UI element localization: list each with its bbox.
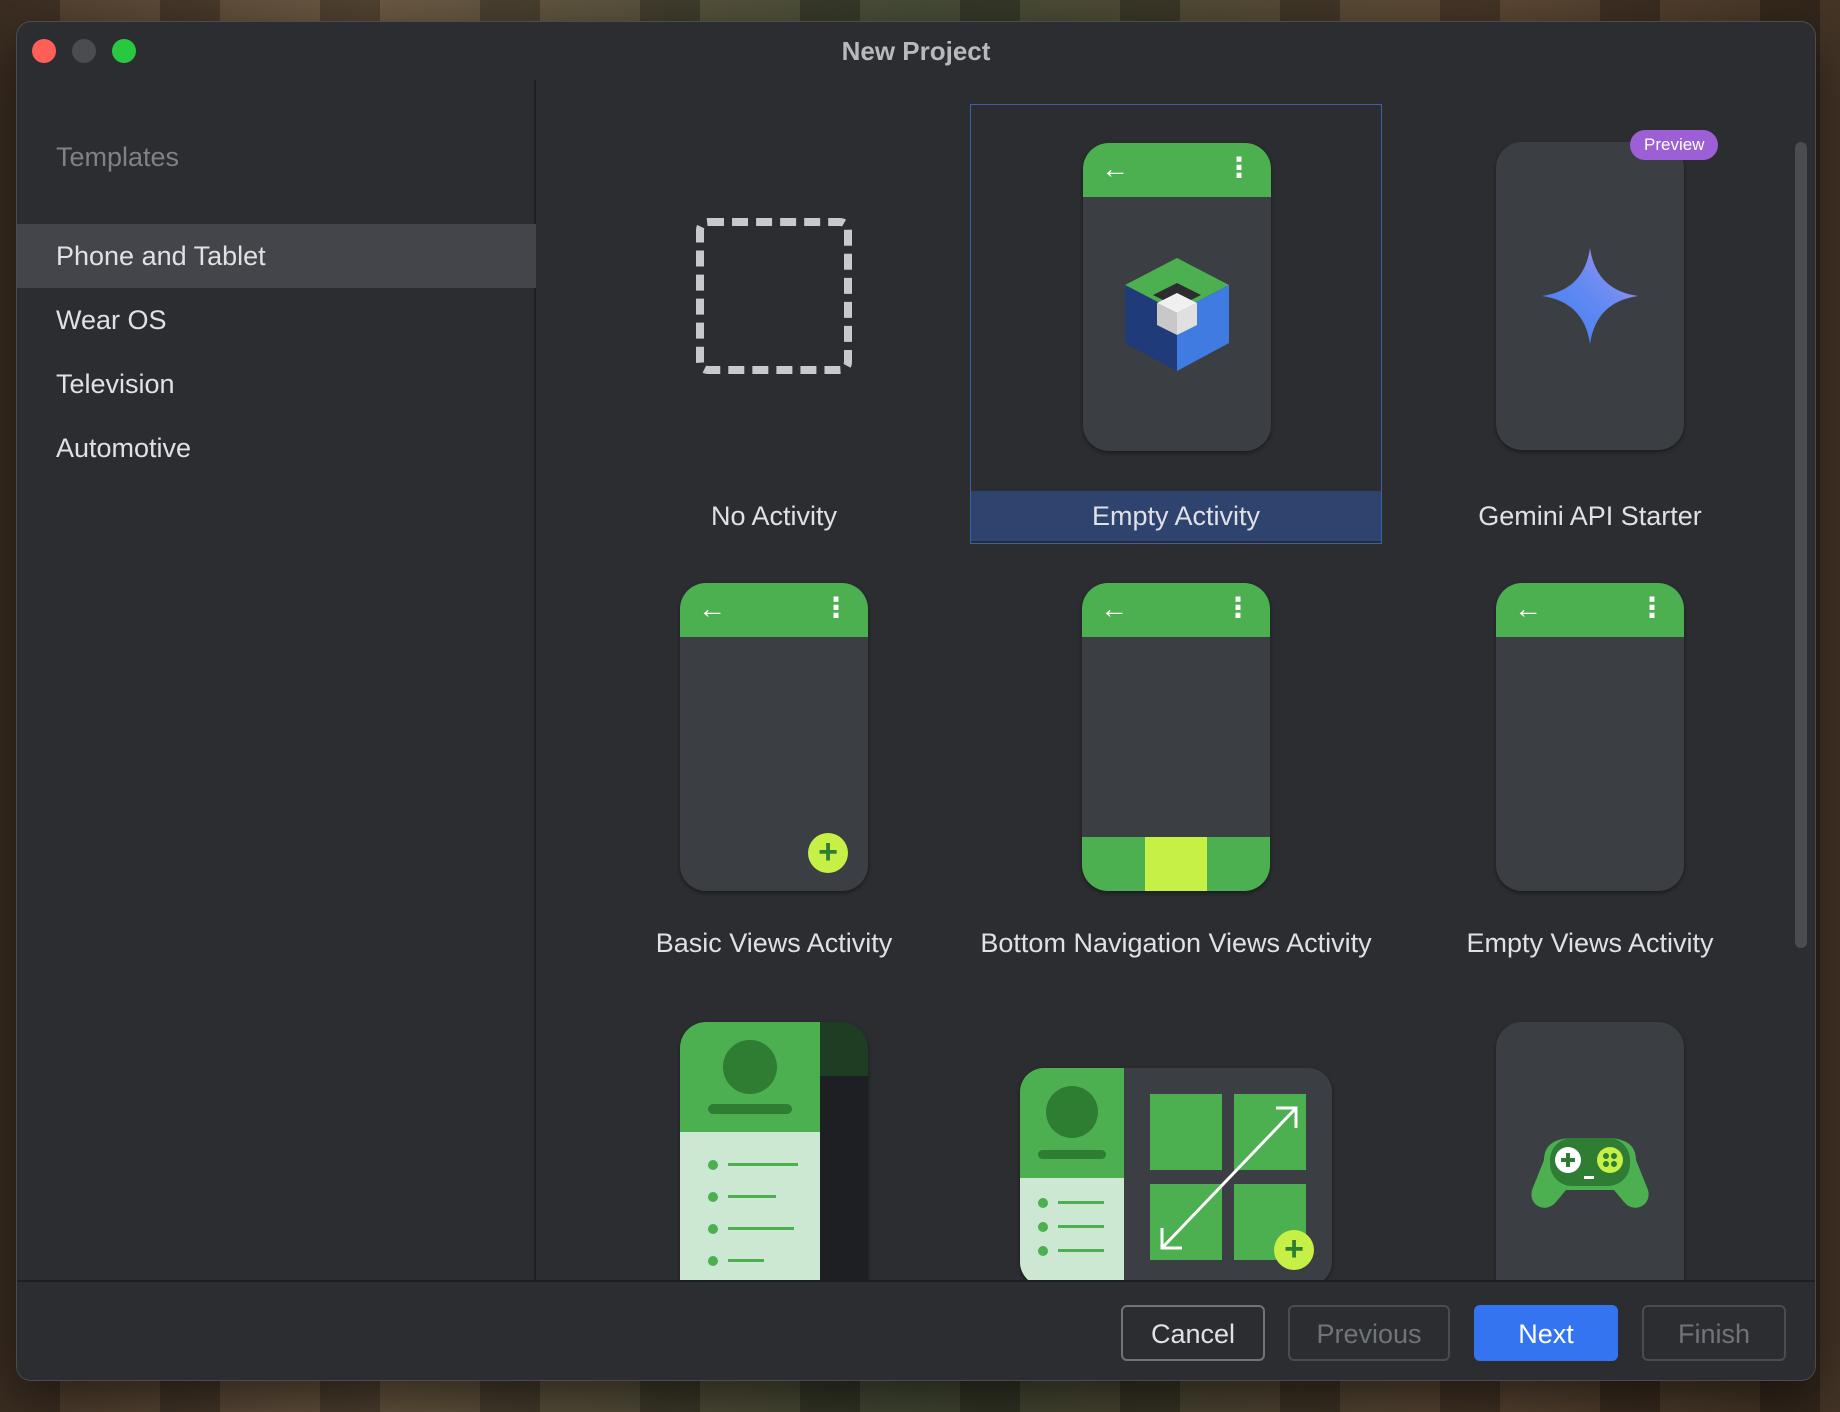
- back-arrow-icon: ←: [1101, 153, 1129, 184]
- overflow-menu-icon: ⋮: [1638, 592, 1666, 623]
- template-game-activity[interactable]: [1384, 1020, 1796, 1280]
- template-navigation-drawer[interactable]: [568, 1020, 980, 1280]
- sidebar-item-television[interactable]: Television: [17, 352, 536, 416]
- back-arrow-icon: ←: [1514, 593, 1542, 624]
- phone-preview: [1496, 142, 1684, 450]
- title-bar: New Project: [17, 22, 1815, 80]
- template-label: Gemini API Starter: [1478, 501, 1702, 531]
- overflow-menu-icon: ⋮: [1224, 592, 1252, 623]
- template-label: Empty Activity: [971, 491, 1381, 541]
- sidebar-item-phone-and-tablet[interactable]: Phone and Tablet: [17, 224, 536, 288]
- template-no-activity[interactable]: No Activity: [568, 104, 980, 544]
- previous-button[interactable]: Previous: [1288, 1305, 1450, 1361]
- preview-badge: Preview: [1630, 130, 1719, 160]
- template-label: No Activity: [710, 501, 838, 531]
- bottom-navigation-bar: [1082, 837, 1270, 891]
- gemini-sparkle-icon: [1542, 248, 1638, 344]
- dialog-footer: Cancel Previous Next Finish: [17, 1280, 1815, 1380]
- templates-sidebar: Templates Phone and Tablet Wear OS Telev…: [17, 80, 536, 1280]
- next-button[interactable]: Next: [1474, 1305, 1618, 1361]
- template-responsive-views-activity[interactable]: +: [970, 1020, 1382, 1280]
- template-gallery: No Activity ← ⋮ Empty Activity Preview G…: [538, 80, 1815, 1280]
- phone-preview: ← ⋮: [1496, 583, 1684, 891]
- phone-preview: ← ⋮: [1083, 143, 1271, 451]
- fab-add-icon: +: [808, 833, 848, 873]
- template-bottom-navigation-views-activity[interactable]: ← ⋮ Bottom Navigation Views Activity: [970, 578, 1382, 998]
- new-project-dialog: New Project Templates Phone and Tablet W…: [17, 22, 1815, 1380]
- dashed-square-icon: [696, 218, 852, 374]
- finish-button[interactable]: Finish: [1642, 1305, 1786, 1361]
- template-empty-activity[interactable]: ← ⋮ Empty Activity: [970, 104, 1382, 544]
- overflow-menu-icon: ⋮: [1225, 152, 1253, 183]
- template-gemini-api-starter[interactable]: Preview Gemini API Starter: [1384, 104, 1796, 544]
- phone-preview: ← ⋮: [1082, 583, 1270, 891]
- template-label: Basic Views Activity: [655, 928, 893, 958]
- overflow-menu-icon: ⋮: [822, 592, 850, 623]
- game-controller-icon: [1531, 1138, 1649, 1208]
- fab-add-icon: +: [1274, 1230, 1314, 1270]
- window-title: New Project: [841, 36, 991, 66]
- cancel-button[interactable]: Cancel: [1121, 1305, 1265, 1361]
- gallery-scrollbar[interactable]: [1795, 142, 1807, 948]
- template-label: Empty Views Activity: [1466, 928, 1714, 958]
- template-label: Bottom Navigation Views Activity: [980, 928, 1372, 958]
- sidebar-heading: Templates: [56, 142, 180, 172]
- compose-cube-icon: [1125, 258, 1229, 371]
- back-arrow-icon: ←: [698, 593, 726, 624]
- phone-preview: ← ⋮ +: [680, 583, 868, 891]
- navigation-drawer-icon: [680, 1022, 868, 1280]
- template-basic-views-activity[interactable]: ← ⋮ + Basic Views Activity: [568, 578, 980, 998]
- sidebar-item-automotive[interactable]: Automotive: [17, 416, 536, 480]
- responsive-layout-icon: +: [1020, 1068, 1332, 1280]
- sidebar-item-wear-os[interactable]: Wear OS: [17, 288, 536, 352]
- back-arrow-icon: ←: [1100, 593, 1128, 624]
- template-empty-views-activity[interactable]: ← ⋮ Empty Views Activity: [1384, 578, 1796, 998]
